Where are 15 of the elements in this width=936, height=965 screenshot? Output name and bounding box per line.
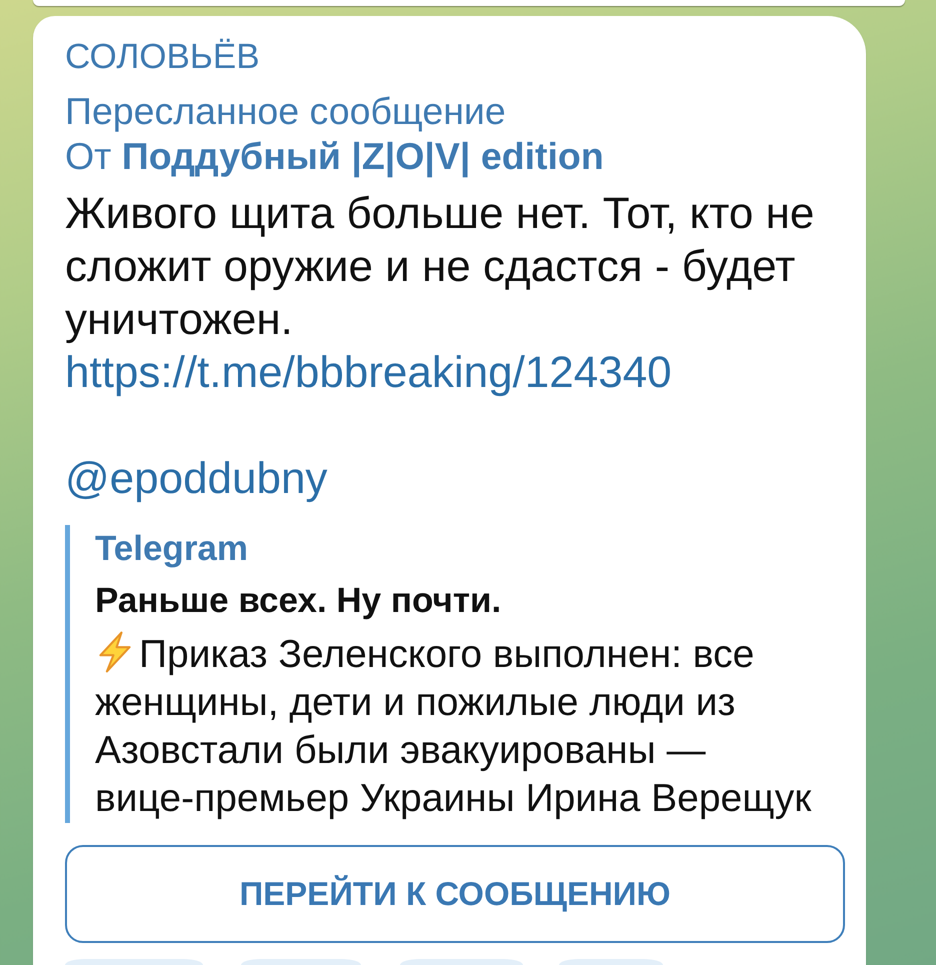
reaction-chip[interactable] bbox=[241, 959, 361, 965]
forward-label: Пересланное сообщение bbox=[65, 89, 507, 134]
preview-site-name: Telegram bbox=[95, 528, 250, 570]
reaction-chip[interactable] bbox=[559, 959, 663, 965]
forwarded-from[interactable]: От Поддубный |Z|O|V| edition bbox=[65, 134, 842, 179]
sender-name[interactable]: СОЛОВЬЁВ bbox=[65, 35, 842, 79]
message-link[interactable]: https://t.me/bbbreaking/124340 bbox=[65, 346, 672, 399]
reaction-chip[interactable] bbox=[65, 959, 203, 965]
reaction-chip[interactable] bbox=[400, 959, 523, 965]
go-to-message-button[interactable]: ПЕРЕЙТИ К СООБЩЕНИЮ bbox=[65, 845, 845, 943]
preview-description: Приказ Зеленского выполнен: все женщины, дети и пожилые люди из Азовстали были эвакуированы — вице-премьер Украины Ирина Верещук bbox=[95, 631, 812, 822]
mention-link[interactable]: @epoddubny bbox=[65, 452, 328, 505]
preview-title: Раньше всех. Ну почти. bbox=[95, 580, 502, 622]
link-preview[interactable]: Telegram Раньше всех. Ну почти. Приказ Зеленского выполнен: все женщины, дети и пожилые люди из Азовстали были эвакуированы — вице-премьер Украины Ирина Верещук bbox=[65, 525, 842, 823]
message-text: Живого щита больше нет. Тот, кто не сложит оружие и не сдастся - будет уничтожен. bbox=[65, 188, 816, 346]
